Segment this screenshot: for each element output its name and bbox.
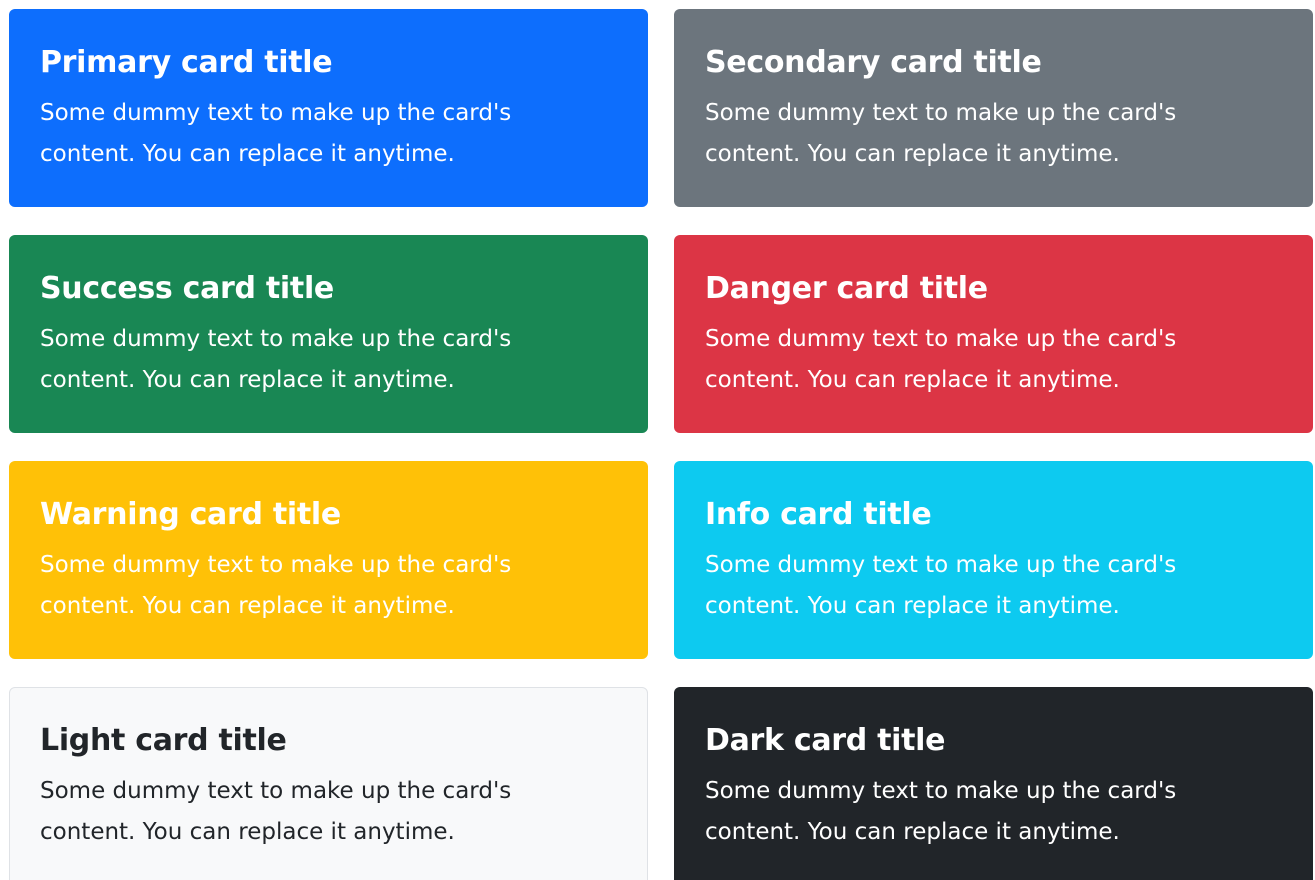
dark-card: Dark card title Some dummy text to make … <box>674 687 1313 880</box>
card-text: Some dummy text to make up the card's co… <box>40 100 512 167</box>
card-title: Danger card title <box>705 271 988 306</box>
card-text: Some dummy text to make up the card's co… <box>40 778 512 845</box>
card-title: Warning card title <box>40 497 341 532</box>
primary-card: Primary card title Some dummy text to ma… <box>9 9 648 207</box>
card-text: Some dummy text to make up the card's co… <box>705 552 1177 619</box>
card-title: Dark card title <box>705 723 946 758</box>
card-title: Primary card title <box>40 45 333 80</box>
light-card: Light card title Some dummy text to make… <box>9 687 648 880</box>
info-card: Info card title Some dummy text to make … <box>674 461 1313 659</box>
card-title: Info card title <box>705 497 932 532</box>
card-text: Some dummy text to make up the card's co… <box>705 100 1177 167</box>
card-title: Success card title <box>40 271 334 306</box>
warning-card: Warning card title Some dummy text to ma… <box>9 461 648 659</box>
success-card: Success card title Some dummy text to ma… <box>9 235 648 433</box>
card-text: Some dummy text to make up the card's co… <box>40 552 512 619</box>
card-text: Some dummy text to make up the card's co… <box>705 326 1177 393</box>
card-text: Some dummy text to make up the card's co… <box>705 778 1177 845</box>
card-grid: Primary card title Some dummy text to ma… <box>0 0 1315 880</box>
card-title: Light card title <box>40 723 287 758</box>
card-title: Secondary card title <box>705 45 1042 80</box>
secondary-card: Secondary card title Some dummy text to … <box>674 9 1313 207</box>
card-text: Some dummy text to make up the card's co… <box>40 326 512 393</box>
danger-card: Danger card title Some dummy text to mak… <box>674 235 1313 433</box>
